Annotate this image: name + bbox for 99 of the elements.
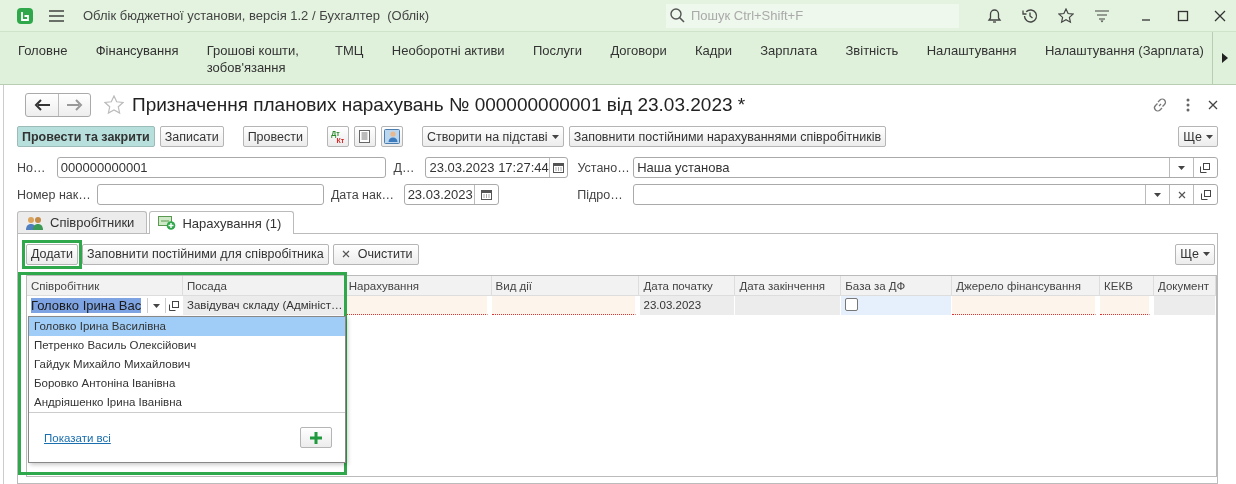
- scroll-right-icon[interactable]: [1221, 53, 1228, 63]
- caret-icon: [152, 303, 160, 308]
- caret-icon: [1203, 252, 1210, 256]
- more-button[interactable]: Ще: [1175, 243, 1215, 265]
- list-item[interactable]: Гайдук Михайло Михайлович: [29, 355, 345, 374]
- column-header[interactable]: Вид дії: [491, 276, 640, 296]
- input-field[interactable]: [633, 184, 1218, 205]
- document-icon: [359, 130, 371, 143]
- clear-icon: [1177, 190, 1186, 199]
- back-arrow-icon: [34, 99, 50, 111]
- toolbar-button[interactable]: Заповнити постійними нарахуваннями співробітників: [568, 126, 887, 147]
- employee-card-button[interactable]: [380, 126, 403, 147]
- person-card-icon: [383, 129, 400, 144]
- add-button[interactable]: [300, 427, 332, 448]
- add-charge-icon: [158, 216, 177, 230]
- table-cell: 23.03.2023: [639, 296, 736, 315]
- form-title: Призначення планових нарахувань № 000000000001 від 23.03.2023 *: [132, 94, 746, 116]
- input-field[interactable]: 23.03.2023: [403, 184, 500, 205]
- checkbox[interactable]: [845, 298, 859, 311]
- fill-button[interactable]: Заповнити постійними для співробітника: [81, 243, 329, 265]
- section-link[interactable]: Послуги: [532, 42, 583, 84]
- toolbar-button[interactable]: Провести: [242, 126, 308, 147]
- search-icon: [670, 8, 685, 23]
- field-label: Устано…: [577, 160, 631, 175]
- section-link[interactable]: Грошові кошти, зобов'язання: [206, 42, 307, 84]
- section-link[interactable]: Звітність: [845, 42, 899, 84]
- search-input[interactable]: Пошук Ctrl+Shift+F: [689, 4, 959, 27]
- input-field[interactable]: Наша установа: [633, 157, 1218, 178]
- column-header[interactable]: Джерело фінансування: [952, 276, 1101, 296]
- clear-button[interactable]: Очистити: [332, 243, 419, 265]
- section-link[interactable]: Договори: [610, 42, 667, 84]
- section-link[interactable]: Необоротні активи: [391, 42, 505, 84]
- tab[interactable]: Співробітники: [17, 211, 148, 233]
- list-item[interactable]: Головко Ірина Василівна: [29, 317, 345, 336]
- column-header[interactable]: Посада: [182, 276, 345, 296]
- report-button[interactable]: [353, 126, 376, 147]
- column-header[interactable]: Документ: [1154, 276, 1216, 296]
- show-all-link[interactable]: Показати всі: [44, 431, 111, 444]
- field-label: Підро…: [577, 187, 624, 202]
- clear-icon: [341, 250, 350, 258]
- input-field[interactable]: 23.03.2023 17:27:44: [425, 157, 569, 178]
- people-icon: [26, 215, 44, 230]
- column-header[interactable]: Співробітник: [27, 276, 183, 296]
- caret-icon: [1154, 192, 1161, 197]
- logo-icon: [17, 7, 33, 24]
- star-icon[interactable]: [104, 95, 124, 115]
- section-link[interactable]: Налаштування (Зарплата): [1044, 42, 1204, 84]
- input-field[interactable]: 000000000001: [56, 157, 386, 178]
- column-header[interactable]: Дата початку: [639, 276, 736, 296]
- field-label: Д…: [393, 160, 416, 175]
- more-icon[interactable]: [1186, 98, 1190, 112]
- column-header[interactable]: Нарахування: [344, 276, 492, 296]
- section-link[interactable]: Налаштування: [926, 42, 1017, 84]
- field-label: Номер нак…: [17, 187, 92, 202]
- column-header[interactable]: База за ДФ: [841, 276, 953, 296]
- input-field[interactable]: [96, 184, 324, 205]
- section-link[interactable]: Кадри: [695, 42, 732, 84]
- open-icon: [1200, 162, 1211, 173]
- menu-button[interactable]: Створити на підставі: [421, 126, 564, 147]
- section-link[interactable]: Головне: [18, 42, 68, 84]
- link-icon[interactable]: [1152, 97, 1168, 113]
- open-icon: [1200, 189, 1211, 200]
- bell-icon[interactable]: [987, 7, 1002, 24]
- table-cell: [1100, 296, 1151, 315]
- section-link[interactable]: ТМЦ: [335, 42, 364, 84]
- employee-input[interactable]: Головко Ірина Вас: [31, 298, 142, 313]
- column-header[interactable]: Дата закінчення: [735, 276, 842, 296]
- calendar-icon: [553, 162, 565, 173]
- list-item[interactable]: Боровко Антоніна Іванівна: [29, 374, 345, 393]
- field-label: Но…: [17, 160, 47, 175]
- maximize-icon[interactable]: [1177, 9, 1189, 22]
- list-item[interactable]: Андріяшенко Ірина Іванівна: [29, 393, 345, 412]
- close-icon[interactable]: [1214, 9, 1226, 22]
- star-icon[interactable]: [1058, 7, 1074, 24]
- app-title: Облік бюджетної установи, версія 1.2 / Бухгалтер (Облік): [83, 8, 429, 23]
- history-icon[interactable]: [1022, 7, 1038, 24]
- more-button[interactable]: Ще: [1178, 126, 1218, 147]
- table-cell: Завідувач складу (Адмініст…: [183, 296, 345, 315]
- add-button[interactable]: Додати: [26, 243, 78, 265]
- column-header[interactable]: КЕКВ: [1100, 276, 1155, 296]
- caret-icon: [1206, 134, 1213, 139]
- open-icon: [168, 300, 179, 311]
- calendar-icon: [481, 189, 493, 200]
- forward-arrow-icon: [66, 99, 83, 111]
- table-cell: [1154, 296, 1216, 315]
- post-and-close-button[interactable]: Провести та закрити: [17, 126, 155, 147]
- search-field[interactable]: Пошук Ctrl+Shift+F: [666, 3, 959, 28]
- tab[interactable]: Нарахування (1): [149, 211, 295, 234]
- menu-icon[interactable]: [49, 9, 64, 22]
- list-item[interactable]: Петренко Василь Олексійович: [29, 336, 345, 355]
- field-label: Дата нак…: [330, 187, 395, 202]
- toolbar-button[interactable]: Записати: [159, 126, 224, 147]
- caret-icon: [1178, 165, 1185, 170]
- section-link[interactable]: Зарплата: [760, 42, 818, 84]
- caret-icon: [551, 134, 559, 139]
- section-link[interactable]: Фінансування: [95, 42, 179, 84]
- open-button[interactable]: [164, 298, 182, 313]
- plus-icon: [310, 431, 322, 444]
- close-icon[interactable]: [1208, 100, 1218, 110]
